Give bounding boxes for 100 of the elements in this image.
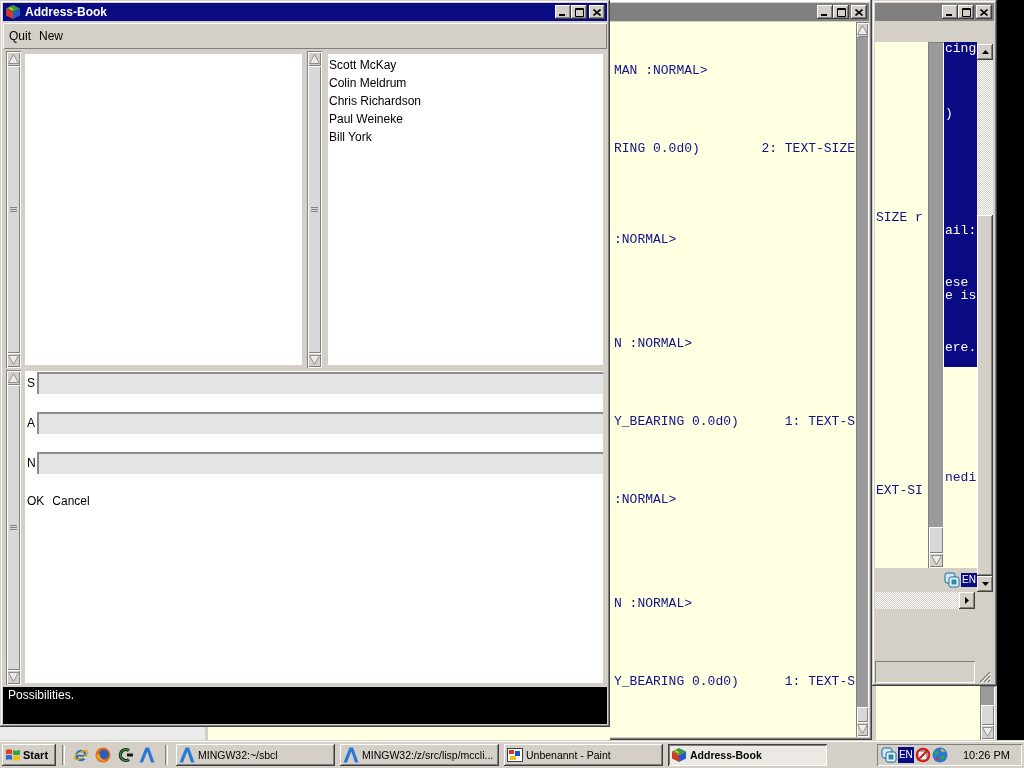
prohibited-icon[interactable]: [914, 747, 931, 763]
form-button[interactable]: OK: [27, 494, 45, 508]
minimize-button[interactable]: [555, 5, 571, 19]
minimize-button[interactable]: [817, 5, 833, 19]
picture-icon: [507, 747, 523, 763]
scrollbar[interactable]: [6, 51, 21, 368]
text-field[interactable]: [37, 412, 603, 434]
console-text: EXT-SI: [876, 484, 924, 497]
console-text: N :NORMAL>: [614, 597, 692, 610]
peak-icon[interactable]: [139, 747, 155, 763]
console-text: ail:: [945, 224, 977, 237]
console-text: RING 0.0d0): [614, 142, 700, 155]
close-button[interactable]: [589, 5, 605, 19]
list-item[interactable]: Paul Weineke: [329, 110, 403, 128]
down-triangle-icon: [857, 724, 868, 734]
scroll-thumb[interactable]: [7, 66, 20, 353]
scrollbar[interactable]: [980, 686, 995, 740]
window-title: Address-Book: [25, 5, 107, 19]
scrollbar[interactable]: [307, 51, 322, 368]
up-triangle-icon: [309, 54, 320, 64]
scrollbar[interactable]: [977, 44, 993, 592]
down-triangle-icon: [930, 555, 942, 565]
grip-icon: [311, 207, 318, 212]
console-text: 2: TEXT-SIZE: [761, 142, 855, 155]
console-text: N :NORMAL>: [614, 337, 692, 350]
maximize-button[interactable]: [571, 5, 587, 19]
console-text: Y_BEARING 0.0d0): [614, 415, 739, 428]
scrollbar[interactable]: [6, 370, 21, 685]
language-indicator[interactable]: EN: [897, 747, 914, 763]
field-label: N: [27, 455, 36, 472]
cube-icon: [671, 747, 687, 763]
list-item[interactable]: Colin Meldrum: [329, 74, 407, 92]
maximize-icon: [836, 7, 846, 17]
menu-item[interactable]: New: [36, 27, 67, 45]
console-text: MAN :NORMAL>: [614, 64, 708, 77]
scroll-thumb[interactable]: [977, 215, 993, 576]
plug-icon[interactable]: [117, 747, 133, 763]
down-triangle-icon: [309, 355, 320, 365]
e-ring-icon[interactable]: [73, 747, 89, 763]
text-field[interactable]: [37, 452, 603, 474]
stacked-squares-icon[interactable]: [944, 572, 961, 588]
form-button[interactable]: Cancel: [52, 494, 90, 508]
resize-grip-icon[interactable]: [979, 671, 991, 683]
grip-icon: [10, 525, 17, 530]
console-text: ere.: [945, 341, 977, 354]
down-triangle-icon: [8, 672, 19, 682]
scroll-thumb[interactable]: [981, 705, 994, 725]
start-button[interactable]: Start: [2, 744, 56, 766]
maximize-icon: [961, 7, 971, 17]
language-indicator[interactable]: EN: [961, 573, 977, 587]
right-triangle-icon: [965, 597, 969, 604]
console-text: ): [945, 107, 954, 120]
scroll-thumb[interactable]: [857, 707, 868, 722]
stacked-squares-icon[interactable]: [880, 747, 897, 763]
console-text: nedi: [945, 471, 977, 484]
maximize-button[interactable]: [958, 5, 974, 19]
peak-icon: [343, 747, 359, 763]
cube-icon: [5, 4, 21, 20]
console-text: e is: [945, 289, 977, 302]
close-button[interactable]: [976, 5, 992, 19]
console-text: ese: [945, 276, 970, 289]
scrollbar[interactable]: [856, 22, 869, 737]
globe-icon[interactable]: [95, 747, 111, 763]
field-label: S: [27, 375, 36, 392]
scrollbar[interactable]: [875, 592, 975, 609]
scroll-thumb[interactable]: [7, 385, 20, 670]
text-field[interactable]: [37, 372, 603, 394]
close-button[interactable]: [851, 5, 867, 19]
up-triangle-icon: [981, 50, 989, 54]
minimize-button[interactable]: [942, 5, 958, 19]
taskbar-button[interactable]: MINGW32:/z/src/lisp/mccli...: [340, 744, 499, 766]
menu-item[interactable]: Quit: [6, 27, 34, 45]
taskbar-button[interactable]: MINGW32:~/sbcl: [176, 744, 335, 766]
scrollbar[interactable]: [928, 42, 944, 568]
taskbar-button[interactable]: Address-Book: [668, 744, 827, 766]
minimize-icon: [946, 14, 952, 16]
scroll-down-button[interactable]: [977, 576, 993, 592]
list-item[interactable]: Scott McKay: [329, 56, 397, 74]
console-text: Y_BEARING 0.0d0): [614, 675, 739, 688]
console-text: :NORMAL>: [614, 493, 677, 506]
list-item[interactable]: Bill York: [329, 128, 372, 146]
minimize-icon: [821, 14, 827, 16]
list-item[interactable]: Chris Richardson: [329, 92, 422, 110]
close-icon: [593, 8, 601, 16]
scroll-thumb[interactable]: [929, 527, 943, 553]
down-triangle-icon: [982, 727, 993, 737]
close-icon: [980, 8, 988, 16]
field-label: A: [27, 415, 36, 432]
maximize-icon: [574, 7, 584, 17]
maximize-button[interactable]: [833, 5, 849, 19]
globe-icon[interactable]: [931, 747, 948, 763]
console-text: 1: TEXT-S: [784, 415, 855, 428]
scroll-thumb[interactable]: [308, 66, 321, 353]
scroll-up-button[interactable]: [977, 44, 993, 60]
console-text: SIZE r: [876, 211, 924, 224]
scroll-right-button[interactable]: [959, 592, 975, 609]
console-text: :NORMAL>: [614, 233, 677, 246]
up-triangle-icon: [8, 373, 19, 383]
console-text: cing: [945, 42, 977, 55]
taskbar-button[interactable]: Unbenannt - Paint: [504, 744, 663, 766]
